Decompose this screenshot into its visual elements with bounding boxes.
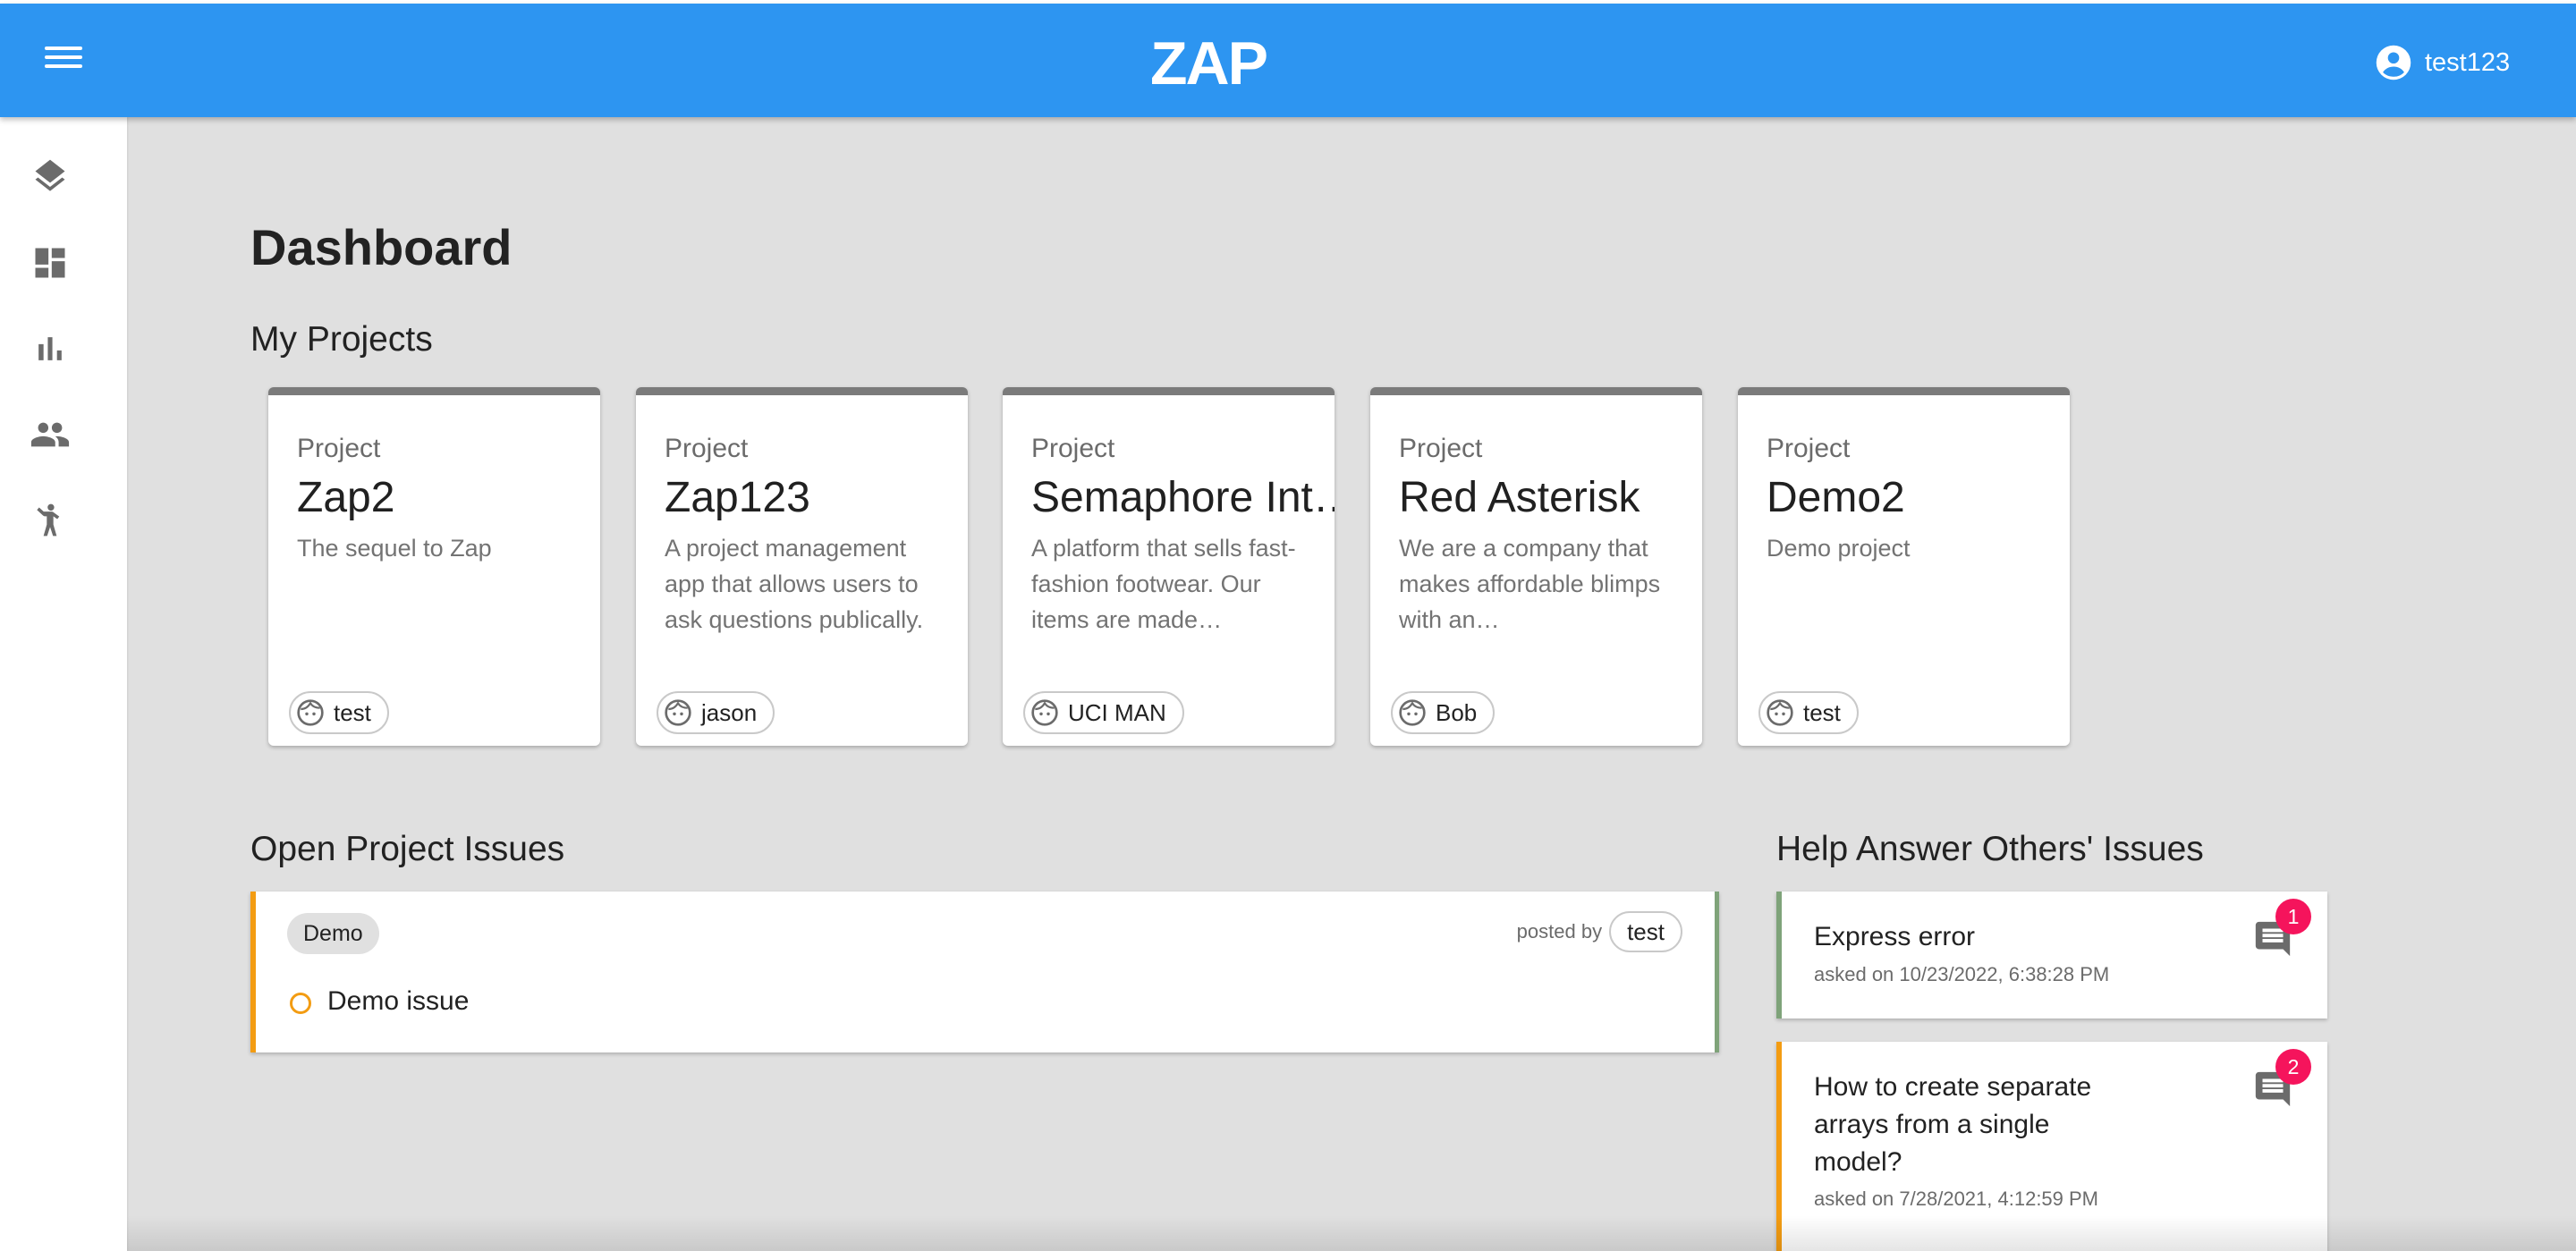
owner-chip[interactable]: jason [657, 691, 775, 734]
project-kicker: Project [1399, 434, 1483, 463]
face-icon [665, 699, 691, 726]
project-card[interactable]: Project Red Asterisk We are a company th… [1370, 387, 1702, 746]
face-icon [1399, 699, 1426, 726]
project-description: A platform that sells fast-fashion footw… [1031, 535, 1296, 633]
sidebar-item-dashboard[interactable] [29, 241, 72, 284]
posted-by: posted by test [1517, 911, 1682, 952]
face-icon [297, 699, 324, 726]
project-card[interactable]: Project Semaphore Int… A platform that s… [1003, 387, 1335, 746]
account-circle-icon [2376, 45, 2411, 80]
project-kicker: Project [665, 434, 749, 463]
project-kicker: Project [1767, 434, 1851, 463]
comment-count-badge: 2 [2275, 1049, 2311, 1085]
asked-date: asked on 7/28/2021, 4:12:59 PM [1814, 1188, 2099, 1210]
owner-name: test [1803, 698, 1841, 726]
project-description: A project management app that allows use… [665, 535, 924, 633]
project-name: Zap123 [665, 474, 810, 521]
project-name: Red Asterisk [1399, 474, 1640, 521]
owner-chip[interactable]: test [289, 691, 389, 734]
owner-name: test [334, 698, 371, 726]
face-icon [1767, 699, 1793, 726]
dashboard-icon [35, 248, 65, 278]
user-menu[interactable]: test123 [2375, 43, 2510, 82]
face-icon [1031, 699, 1058, 726]
project-name: Semaphore Int… [1031, 474, 1335, 521]
project-card[interactable]: Project Zap2 The sequel to Zap test [268, 387, 600, 746]
project-card[interactable]: Project Demo2 Demo project test [1738, 387, 2070, 746]
open-status-icon [290, 993, 311, 1014]
posted-by-label: posted by [1516, 920, 1603, 942]
sidebar [0, 117, 127, 1251]
question-title: Express error [1814, 922, 1976, 951]
layers-icon [35, 159, 65, 191]
sidebar-item-projects[interactable] [29, 155, 72, 198]
zap-logo[interactable]: ZAP [1150, 30, 1295, 95]
bar-chart-icon [38, 337, 62, 360]
svg-text:ZAP: ZAP [1150, 30, 1267, 95]
project-description: We are a company that makes affordable b… [1399, 535, 1661, 633]
help-issue-card[interactable]: Express error asked on 10/23/2022, 6:38:… [1776, 892, 2327, 1019]
my-projects-heading: My Projects [250, 320, 433, 359]
project-description: Demo project [1767, 535, 1911, 562]
help-issues-heading: Help Answer Others' Issues [1776, 830, 2204, 868]
project-card[interactable]: Project Zap123 A project management app … [636, 387, 968, 746]
main-content: Dashboard My Projects Project Zap2 The s… [127, 117, 2576, 1251]
owner-chip[interactable]: test [1758, 691, 1859, 734]
menu-icon[interactable] [45, 43, 82, 77]
asked-date: asked on 10/23/2022, 6:38:28 PM [1814, 963, 2110, 985]
comments-indicator[interactable]: 2 [2252, 1049, 2311, 1110]
owner-name: jason [701, 698, 758, 726]
app-bar: ZAP test123 [0, 4, 2576, 117]
sidebar-item-people[interactable] [29, 413, 72, 456]
project-name: Demo2 [1767, 474, 1905, 521]
project-kicker: Project [1031, 434, 1115, 463]
username: test123 [2425, 47, 2511, 77]
person-raising-hand-icon [37, 503, 60, 537]
project-name: Zap2 [297, 474, 395, 521]
owner-name: UCI MAN [1068, 698, 1166, 726]
owner-name: Bob [1436, 698, 1478, 726]
sidebar-item-analytics[interactable] [29, 327, 72, 370]
question-title: How to create separate arrays from a sin… [1814, 1072, 2092, 1177]
issue-card[interactable]: Demo posted by test Demo issue [250, 892, 1719, 1052]
bottom-shadow [127, 1215, 2576, 1251]
owner-chip[interactable]: Bob [1391, 691, 1496, 734]
owner-chip[interactable]: UCI MAN [1023, 691, 1184, 734]
author-chip[interactable]: test [1609, 911, 1682, 952]
open-issues-heading: Open Project Issues [250, 830, 565, 868]
comment-count-badge: 1 [2275, 899, 2311, 934]
issue-title: Demo issue [327, 986, 470, 1016]
project-kicker: Project [297, 434, 381, 463]
people-icon [30, 422, 70, 447]
sidebar-item-help[interactable] [29, 499, 72, 542]
project-description: The sequel to Zap [297, 535, 492, 562]
page-title: Dashboard [250, 219, 513, 275]
project-tag[interactable]: Demo [287, 913, 379, 954]
comments-indicator[interactable]: 1 [2252, 899, 2311, 959]
